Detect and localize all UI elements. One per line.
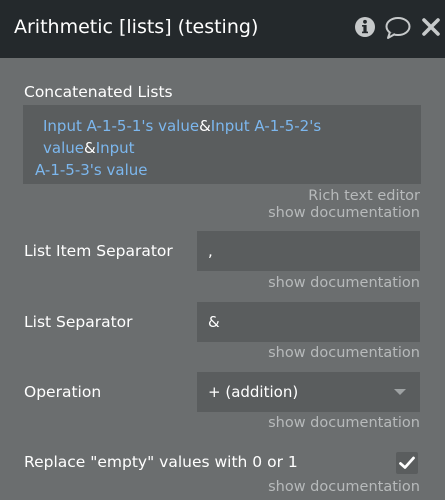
dynamic-expression-chip-continued[interactable]: A-1-5-3's value bbox=[35, 161, 147, 179]
list-separator-input[interactable]: & bbox=[197, 302, 420, 342]
show-documentation-link[interactable]: show documentation bbox=[268, 205, 420, 221]
list-item-separator-input[interactable]: , bbox=[197, 231, 420, 271]
expression-line-2: A-1-5-3's value bbox=[35, 159, 409, 181]
comment-icon[interactable] bbox=[385, 16, 411, 40]
list-item-separator-label: List Item Separator bbox=[24, 242, 173, 260]
separator-text: & bbox=[83, 139, 96, 157]
separator-text: & bbox=[199, 117, 211, 135]
checkmark-icon bbox=[399, 456, 415, 469]
dynamic-expression-chip[interactable]: Input A-1-5-1's value bbox=[43, 117, 199, 135]
panel-title: Arithmetic [lists] (testing) bbox=[14, 16, 259, 38]
rich-text-editor-note: Rich text editor bbox=[308, 188, 420, 204]
replace-empty-label: Replace "empty" values with 0 or 1 bbox=[24, 453, 298, 471]
operation-selected-value: + (addition) bbox=[208, 383, 299, 401]
expression-line-1: Input A-1-5-1's value&Input A-1-5-2's va… bbox=[35, 115, 409, 159]
info-icon[interactable] bbox=[354, 16, 376, 38]
show-documentation-link[interactable]: show documentation bbox=[268, 275, 420, 291]
operation-label: Operation bbox=[24, 383, 102, 401]
chevron-down-icon bbox=[394, 389, 406, 395]
show-documentation-link[interactable]: show documentation bbox=[268, 479, 420, 495]
concatenated-lists-editor[interactable]: Input A-1-5-1's value&Input A-1-5-2's va… bbox=[23, 105, 421, 184]
close-icon[interactable] bbox=[421, 17, 441, 37]
concatenated-lists-label: Concatenated Lists bbox=[24, 83, 173, 101]
panel-header: Arithmetic [lists] (testing) bbox=[0, 0, 445, 58]
show-documentation-link[interactable]: show documentation bbox=[268, 345, 420, 361]
replace-empty-checkbox[interactable] bbox=[396, 452, 418, 474]
list-separator-label: List Separator bbox=[24, 313, 133, 331]
dynamic-expression-chip[interactable]: Input bbox=[96, 139, 135, 157]
operation-dropdown[interactable]: + (addition) bbox=[197, 372, 420, 412]
show-documentation-link[interactable]: show documentation bbox=[268, 415, 420, 431]
